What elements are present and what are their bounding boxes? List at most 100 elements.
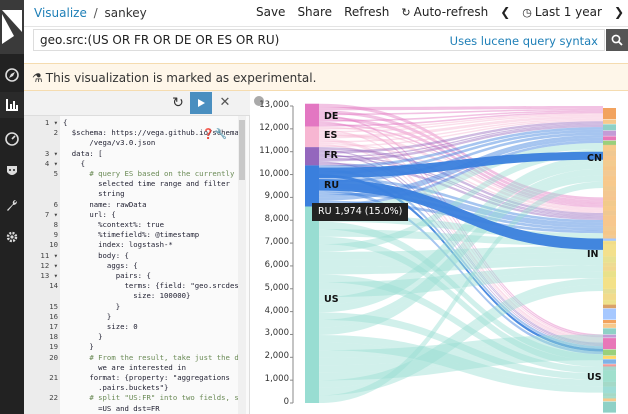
- line-number: 5: [53, 169, 58, 178]
- chart-tooltip: RU 1,974 (15.0%): [312, 203, 409, 221]
- line-number: 21: [49, 373, 58, 382]
- source-label: ES: [324, 129, 338, 141]
- line-number: 2: [53, 128, 58, 138]
- line-number: 17: [49, 322, 58, 331]
- dest-node-in: [603, 240, 616, 305]
- sankey-svg: [290, 103, 616, 413]
- dashboard-icon[interactable]: [3, 130, 21, 148]
- discover-icon[interactable]: [3, 66, 21, 84]
- kibana-logo[interactable]: [0, 0, 24, 54]
- source-label: RU: [324, 179, 340, 191]
- code-line: size: 0: [63, 322, 138, 331]
- time-range-label: Last 1 year: [534, 5, 602, 19]
- query-bar: Uses lucene query syntax: [33, 29, 605, 51]
- line-number: 19: [49, 342, 58, 352]
- run-button[interactable]: [190, 92, 212, 114]
- refresh-spec-button[interactable]: ↻: [169, 94, 187, 112]
- line-number: 3 ▾: [44, 148, 58, 158]
- visualize-icon[interactable]: [0, 92, 24, 118]
- query-input[interactable]: [40, 33, 460, 47]
- dest-node-segment: [603, 320, 616, 323]
- line-number: 12 ▾: [40, 260, 58, 270]
- code-line: {: [63, 158, 85, 168]
- code-line: # query ES based on the currently: [63, 169, 235, 178]
- gear-icon[interactable]: [3, 228, 21, 246]
- code-line: /vega/v3.0.json: [63, 138, 156, 148]
- code-line: index: logstash-*: [63, 240, 173, 250]
- editor-scrollbar[interactable]: [238, 116, 246, 414]
- line-number: 15: [49, 301, 58, 311]
- dest-node-segment: [603, 355, 616, 359]
- dest-node-segment: [603, 119, 616, 124]
- line-number: 7 ▾: [44, 209, 58, 219]
- dest-label: CN: [587, 152, 602, 164]
- time-prev-button[interactable]: ❮: [500, 5, 510, 19]
- code-line: }: [63, 301, 121, 311]
- code-line: {: [63, 118, 68, 127]
- y-tick-label: 9,000: [264, 191, 289, 202]
- code-line: %context%: true: [63, 220, 165, 229]
- code-line: string: [63, 189, 125, 199]
- help-icon[interactable]: ❓: [202, 129, 214, 140]
- experimental-banner: ⚗ This visualization is marked as experim…: [24, 63, 628, 91]
- source-node-de: [305, 103, 319, 127]
- breadcrumb: Visualize / sankey: [34, 6, 147, 20]
- line-number: 9: [53, 230, 58, 240]
- code-area[interactable]: { $schema: https://vega.github.io/schema…: [60, 118, 238, 414]
- refresh-cycle-icon: ↻: [401, 5, 411, 19]
- code-line: }: [63, 311, 112, 321]
- source-node-es: [305, 126, 319, 148]
- clock-icon: ◷: [522, 5, 532, 19]
- sankey-chart: 13,000 12,000 11,000 10,000 9,000 8,000 7,000 6…: [259, 93, 628, 414]
- wrench-icon[interactable]: 🔧: [214, 129, 226, 140]
- editor-toolbar: ↻ ✕: [24, 91, 250, 116]
- line-number: 22: [49, 393, 58, 403]
- dev-tools-icon[interactable]: [3, 196, 21, 214]
- code-line: we are interested in: [63, 362, 187, 372]
- dest-node-segment: [603, 136, 616, 141]
- line-number: 4 ▾: [44, 158, 58, 168]
- code-line: selected time range and filter: [63, 179, 230, 189]
- side-nav: [0, 0, 24, 414]
- line-number: 11 ▾: [40, 250, 58, 260]
- code-line: terms: {field: "geo.srcdest",: [63, 281, 239, 291]
- dest-node-segment: [603, 334, 616, 338]
- line-number: 8: [53, 220, 58, 229]
- breadcrumb-current: sankey: [104, 6, 147, 20]
- time-next-button[interactable]: ❯: [614, 5, 624, 19]
- code-line: pairs: {: [63, 271, 151, 280]
- dest-node-segment: [603, 359, 616, 364]
- source-label: DE: [324, 111, 339, 123]
- close-editor-button[interactable]: ✕: [216, 94, 234, 112]
- code-line: }: [63, 342, 94, 352]
- auto-refresh-label: Auto-refresh: [413, 5, 489, 19]
- source-node-fr: [305, 147, 319, 166]
- search-button[interactable]: [606, 29, 628, 51]
- line-number: 1 ▾: [44, 118, 58, 127]
- y-tick-label: 12,000: [259, 122, 289, 133]
- source-label: FR: [324, 150, 338, 162]
- dest-node-segment: [603, 328, 616, 335]
- line-number: 18: [49, 332, 58, 342]
- hint-icons: ❓🔧: [202, 129, 227, 140]
- code-line: size: 100000}: [63, 291, 191, 301]
- source-node-ru: [305, 165, 319, 207]
- code-line: =US and dst=FR: [63, 403, 160, 413]
- line-number: 10: [49, 240, 58, 250]
- timelion-icon[interactable]: [3, 162, 21, 180]
- y-tick-label: 5,000: [264, 282, 289, 293]
- dest-node-us: [603, 366, 616, 399]
- code-line: .pairs.buckets"}: [63, 383, 169, 393]
- y-tick-label: 13,000: [259, 100, 289, 110]
- breadcrumb-visualize-link[interactable]: Visualize: [34, 6, 87, 20]
- time-picker-button[interactable]: ◷ Last 1 year: [522, 5, 602, 19]
- auto-refresh-button[interactable]: ↻ Auto-refresh: [401, 5, 488, 19]
- flask-icon: ⚗: [32, 71, 43, 85]
- editor-scroll-thumb[interactable]: [239, 120, 245, 180]
- y-tick-label: 1,000: [264, 374, 289, 385]
- lucene-syntax-link[interactable]: Uses lucene query syntax: [450, 34, 598, 48]
- save-button[interactable]: Save: [256, 5, 285, 19]
- refresh-button[interactable]: Refresh: [344, 5, 389, 19]
- share-button[interactable]: Share: [297, 5, 332, 19]
- vega-editor: ↻ ✕ 1 ▾ 2 3 ▾ 4 ▾ 5 6 7 ▾ 8 9 10 11 ▾ 12 ▾ 13 …: [24, 91, 250, 414]
